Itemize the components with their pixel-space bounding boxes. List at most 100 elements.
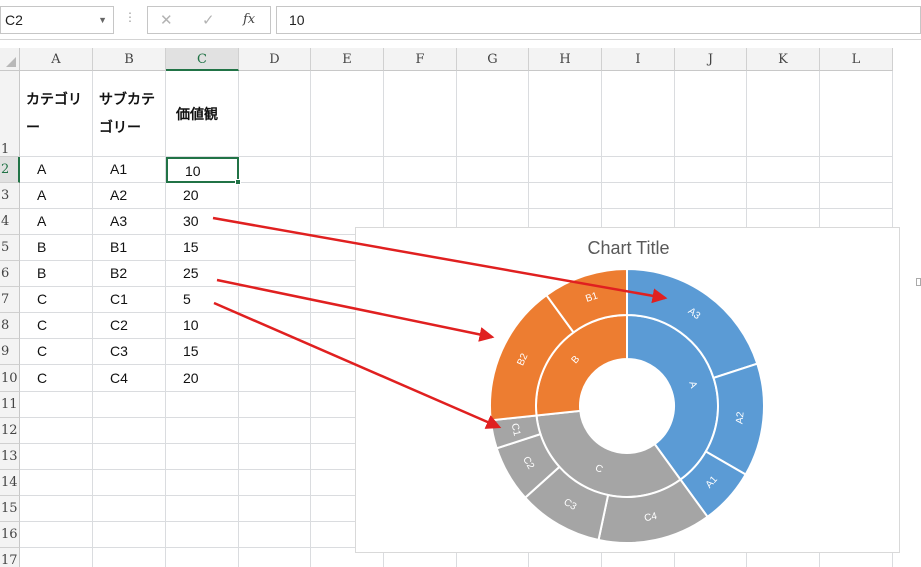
cell-category[interactable]: C [20, 339, 93, 365]
cell-value[interactable]: 15 [166, 235, 239, 261]
cell-l3[interactable] [820, 183, 893, 209]
cell-empty[interactable] [166, 444, 239, 470]
cell-empty[interactable] [93, 496, 166, 522]
cell-d1[interactable] [239, 71, 311, 157]
cell-empty[interactable] [20, 470, 93, 496]
row-header-17[interactable]: 17 [0, 548, 20, 567]
cell-k3[interactable] [747, 183, 820, 209]
cell-empty[interactable] [20, 496, 93, 522]
column-header-c[interactable]: C [166, 48, 239, 71]
cell-g3[interactable] [457, 183, 529, 209]
row-header-11[interactable]: 11 [0, 392, 20, 418]
cell-empty[interactable] [93, 470, 166, 496]
cell-i2[interactable] [602, 157, 675, 183]
column-header-e[interactable]: E [311, 48, 384, 71]
cell-d13[interactable] [239, 444, 311, 470]
cell-value[interactable]: 20 [166, 365, 239, 392]
cell-subcategory[interactable]: C2 [93, 313, 166, 339]
row-header-16[interactable]: 16 [0, 522, 20, 548]
cell-d14[interactable] [239, 470, 311, 496]
row-header-3[interactable]: 3 [0, 183, 20, 209]
cell-category[interactable]: C [20, 365, 93, 392]
cell-d10[interactable] [239, 365, 311, 392]
cell-value[interactable]: 5 [166, 287, 239, 313]
cell-j2[interactable] [675, 157, 747, 183]
cancel-icon[interactable]: ✕ [160, 11, 173, 29]
cell-f2[interactable] [384, 157, 457, 183]
cell-j1[interactable] [675, 71, 747, 157]
cell-e3[interactable] [311, 183, 384, 209]
cell-empty[interactable] [166, 392, 239, 418]
cell-empty[interactable] [20, 418, 93, 444]
row-header-8[interactable]: 8 [0, 313, 20, 339]
cell-d11[interactable] [239, 392, 311, 418]
row-header-6[interactable]: 6 [0, 261, 20, 287]
cell-category[interactable]: A [20, 209, 93, 235]
cell-g2[interactable] [457, 157, 529, 183]
cell-empty[interactable] [166, 522, 239, 548]
cell-e1[interactable] [311, 71, 384, 157]
cell-d3[interactable] [239, 183, 311, 209]
cell-subcategory[interactable]: A3 [93, 209, 166, 235]
cell-empty[interactable] [166, 496, 239, 522]
cell-d15[interactable] [239, 496, 311, 522]
cell-k1[interactable] [747, 71, 820, 157]
sunburst-chart[interactable]: Chart Title A C B A3 A2 A1 C4 C3 C2 C1 B2 B1 [355, 227, 900, 553]
cell-subcategory[interactable]: C4 [93, 365, 166, 392]
cell-d5[interactable] [239, 235, 311, 261]
cell-j3[interactable] [675, 183, 747, 209]
cell-f3[interactable] [384, 183, 457, 209]
cell-e2[interactable] [311, 157, 384, 183]
row-header-1[interactable]: 1 [0, 71, 20, 157]
cell-g1[interactable] [457, 71, 529, 157]
row-header-15[interactable]: 15 [0, 496, 20, 522]
cell-d16[interactable] [239, 522, 311, 548]
cell-subcategory[interactable]: A2 [93, 183, 166, 209]
cell-category[interactable]: C [20, 313, 93, 339]
cell-value[interactable]: 30 [166, 209, 239, 235]
header-category[interactable]: カテゴリー [20, 71, 93, 157]
column-header-l[interactable]: L [820, 48, 893, 71]
cell-subcategory[interactable]: A1 [93, 157, 166, 183]
row-header-13[interactable]: 13 [0, 444, 20, 470]
column-header-h[interactable]: H [529, 48, 602, 71]
cell-d12[interactable] [239, 418, 311, 444]
insert-function-icon[interactable]: fx [243, 12, 255, 27]
enter-icon[interactable]: ✓ [202, 11, 215, 29]
cell-d9[interactable] [239, 339, 311, 365]
name-box[interactable]: C2 ▼ [0, 6, 114, 34]
cell-category[interactable]: B [20, 235, 93, 261]
cell-value[interactable]: 15 [166, 339, 239, 365]
cell-empty[interactable] [93, 548, 166, 567]
fill-handle[interactable] [235, 179, 241, 185]
row-header-12[interactable]: 12 [0, 418, 20, 444]
cell-d6[interactable] [239, 261, 311, 287]
cell-i1[interactable] [602, 71, 675, 157]
row-header-9[interactable]: 9 [0, 339, 20, 365]
column-header-d[interactable]: D [239, 48, 311, 71]
chevron-down-icon[interactable]: ▼ [98, 7, 107, 33]
cell-d17[interactable] [239, 548, 311, 567]
cell-empty[interactable] [20, 522, 93, 548]
active-cell[interactable]: 10 [166, 157, 239, 183]
row-header-10[interactable]: 10 [0, 365, 20, 392]
column-header-a[interactable]: A [20, 48, 93, 71]
row-header-4[interactable]: 4 [0, 209, 20, 235]
cell-f1[interactable] [384, 71, 457, 157]
cell-d2[interactable] [239, 157, 311, 183]
cell-value[interactable]: 20 [166, 183, 239, 209]
cell-empty[interactable] [20, 444, 93, 470]
cell-subcategory[interactable]: C3 [93, 339, 166, 365]
cell-d8[interactable] [239, 313, 311, 339]
select-all-corner[interactable] [0, 48, 20, 71]
cell-value[interactable]: 25 [166, 261, 239, 287]
cell-d7[interactable] [239, 287, 311, 313]
column-header-f[interactable]: F [384, 48, 457, 71]
header-subcategory[interactable]: サブカテゴリー [93, 71, 166, 157]
cell-empty[interactable] [166, 418, 239, 444]
cell-empty[interactable] [93, 392, 166, 418]
cell-subcategory[interactable]: B1 [93, 235, 166, 261]
column-header-i[interactable]: I [602, 48, 675, 71]
cell-empty[interactable] [93, 418, 166, 444]
cell-empty[interactable] [166, 470, 239, 496]
